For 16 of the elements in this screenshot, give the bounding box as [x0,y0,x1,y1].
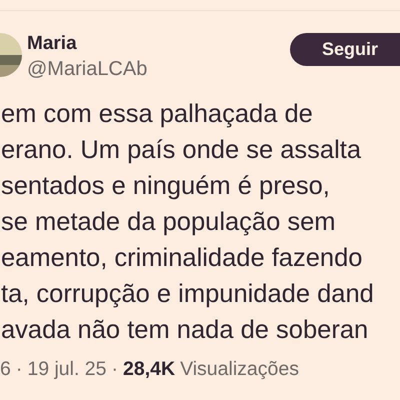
follow-button[interactable]: Seguir [290,33,400,66]
author-handle[interactable]: @MariaLCAb [27,58,290,81]
post-time: 6 [0,358,11,381]
post-text-line: eamento, criminalidade fazendo [0,243,364,274]
views-count: 28,4K [123,358,176,381]
views-label: Visualizações [180,358,299,381]
post-text-line: erano. Um país onde se assalta [0,135,362,166]
post-text-line: sentados e ninguém é preso, [0,171,331,202]
post-text-line: avada não tem nada de soberan [0,315,370,346]
post-text-line: se metade da população sem [0,207,337,238]
separator: · [16,358,22,381]
author-name[interactable]: Maria [27,33,290,55]
post-text-line: em com essa palhaçada de [0,99,314,130]
post-date: 19 jul. 25 [27,358,107,381]
separator: · [112,358,118,381]
post-text-line: ta, corrupção e impunidade dand [0,279,375,310]
